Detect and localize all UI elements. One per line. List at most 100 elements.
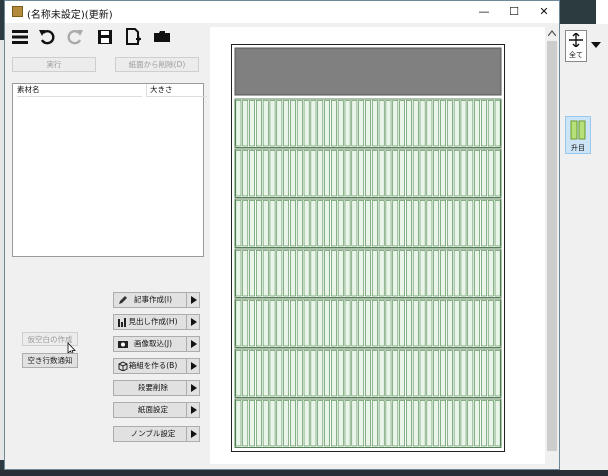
grid-cell <box>487 400 494 447</box>
grid-cell <box>262 350 269 397</box>
grid-cell <box>487 100 494 147</box>
grid-cell <box>358 200 365 247</box>
remove-from-page-button[interactable]: 紙面から削除(D) <box>115 57 199 72</box>
column-band[interactable] <box>234 98 502 148</box>
grid-cell <box>269 400 276 447</box>
page-settings-button[interactable]: 紙面設定 <box>113 402 193 418</box>
column-band[interactable] <box>234 298 502 348</box>
grid-cell <box>487 300 494 347</box>
maximize-button[interactable]: ☐ <box>499 1 529 23</box>
delete-column-button[interactable]: 段要削除 <box>113 380 193 396</box>
vertical-scrollbar[interactable] <box>546 27 558 464</box>
grid-cell <box>242 100 249 147</box>
column-band[interactable] <box>234 348 502 398</box>
chevron-down-icon[interactable] <box>591 42 601 48</box>
close-button[interactable]: ✕ <box>529 1 559 23</box>
grid-cell <box>337 250 344 297</box>
empty-lines-notify-button[interactable]: 空き行数通知 <box>22 353 78 368</box>
page-settings-menu-arrow[interactable] <box>186 402 200 418</box>
columns-button[interactable]: 升目 <box>565 116 591 154</box>
column-band[interactable] <box>234 398 502 448</box>
save-icon[interactable] <box>96 28 114 46</box>
grid-cell <box>255 200 262 247</box>
folder-icon[interactable] <box>153 28 171 46</box>
grid-cell <box>317 250 324 297</box>
grid-cell <box>392 100 399 147</box>
grid-cell <box>433 100 440 147</box>
grid-cell <box>317 100 324 147</box>
grid-cell <box>330 250 337 297</box>
grid-cell <box>344 200 351 247</box>
page-canvas-area[interactable] <box>210 27 545 464</box>
grid-cell <box>433 350 440 397</box>
grid-cell <box>235 250 242 297</box>
column-band[interactable] <box>234 148 502 198</box>
grid-cell <box>453 200 460 247</box>
grid-cell <box>433 150 440 197</box>
grid-cell <box>235 150 242 197</box>
delete-column-menu-arrow[interactable] <box>186 380 200 396</box>
grid-cell <box>249 150 255 197</box>
grid-cell <box>385 100 392 147</box>
grid-cell <box>419 350 426 397</box>
grid-cell <box>433 300 440 347</box>
grid-cell <box>419 150 426 197</box>
grid-cell <box>433 400 440 447</box>
fit-all-button[interactable]: 全て <box>565 30 587 62</box>
create-article-menu-arrow[interactable] <box>186 292 200 308</box>
grid-cell <box>446 200 453 247</box>
create-headline-menu-arrow[interactable] <box>186 314 200 330</box>
minimize-button[interactable]: — <box>469 1 499 23</box>
grid-cell <box>378 400 385 447</box>
column-band[interactable] <box>234 198 502 248</box>
make-box-menu-arrow[interactable] <box>186 358 200 374</box>
grid-cell <box>406 300 412 347</box>
create-article-button[interactable]: 記事作成(I) <box>113 292 193 308</box>
grid-cell <box>467 350 474 397</box>
grid-cell <box>453 300 460 347</box>
new-page-icon[interactable] <box>124 28 142 46</box>
column-header-size[interactable]: 大きさ <box>146 84 207 97</box>
grid-cell <box>406 250 412 297</box>
grid-cell <box>249 300 255 347</box>
grid-cell <box>255 400 262 447</box>
material-list[interactable]: 素材名 大きさ <box>12 83 207 257</box>
column-band[interactable] <box>234 248 502 298</box>
scroll-up-icon[interactable] <box>548 30 556 36</box>
undo-icon[interactable] <box>38 28 56 46</box>
make-box-button[interactable]: 箱組を作る(B) <box>113 358 193 374</box>
grid-cell <box>371 300 378 347</box>
create-headline-button[interactable]: 見出し作成(H) <box>113 314 193 330</box>
column-header-material-name[interactable]: 素材名 <box>17 84 142 97</box>
grid-cell <box>412 100 419 147</box>
menu-icon[interactable] <box>11 28 29 46</box>
grid-cell <box>330 150 337 197</box>
grid-cell <box>344 300 351 347</box>
scrollbar-thumb[interactable] <box>547 41 557 451</box>
import-image-button[interactable]: 画像取込(J) <box>113 336 193 352</box>
folio-settings-button[interactable]: ノンブル設定 <box>113 426 193 442</box>
grid-cell <box>474 350 481 397</box>
grid-cell <box>371 250 378 297</box>
page-grid[interactable] <box>232 45 504 451</box>
masthead-block[interactable] <box>234 47 502 96</box>
redo-icon[interactable] <box>66 28 84 46</box>
folio-settings-menu-arrow[interactable] <box>186 426 200 442</box>
grid-cell <box>392 250 399 297</box>
grid-cell <box>365 150 371 197</box>
grid-cell <box>276 150 283 197</box>
grid-cell <box>317 200 324 247</box>
grid-cell <box>385 300 392 347</box>
grid-cell <box>310 200 317 247</box>
grid-cell <box>426 350 433 397</box>
newspaper-page[interactable] <box>231 44 505 452</box>
grid-cell <box>337 350 344 397</box>
grid-cell <box>262 200 269 247</box>
grid-cell <box>481 150 487 197</box>
grid-cell <box>330 350 337 397</box>
grid-cell <box>255 250 262 297</box>
grid-cell <box>351 250 358 297</box>
import-image-menu-arrow[interactable] <box>186 336 200 352</box>
execute-button[interactable]: 実行 <box>12 57 96 72</box>
grid-cell <box>446 350 453 397</box>
